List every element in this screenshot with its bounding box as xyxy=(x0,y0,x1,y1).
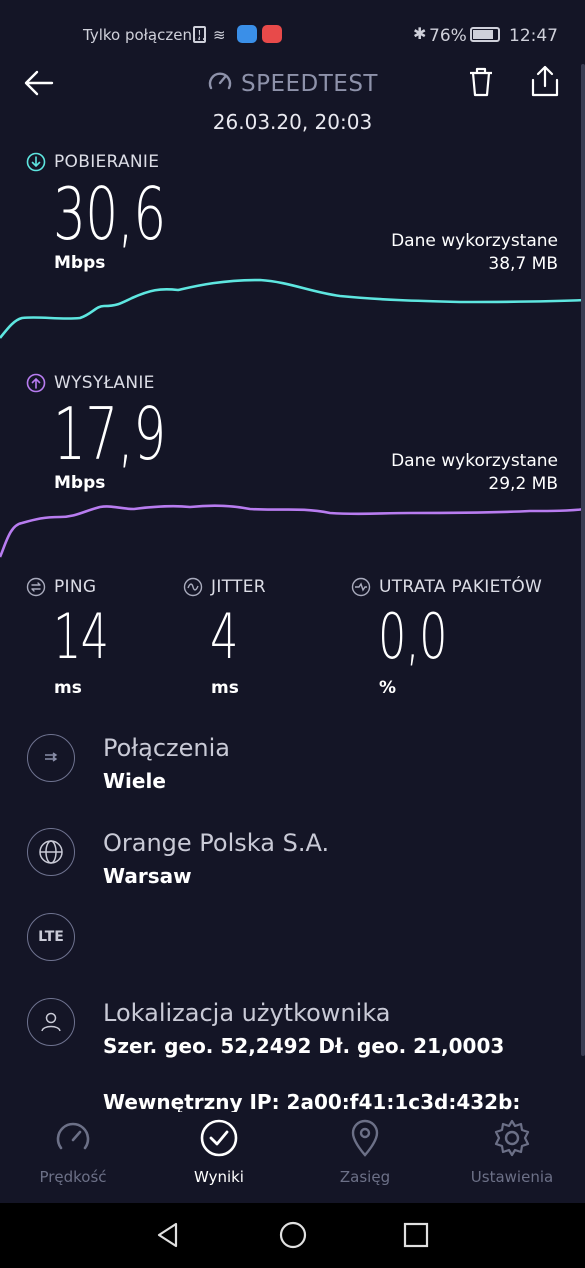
download-label: POBIERANIE xyxy=(54,152,160,172)
download-arrow-icon xyxy=(26,152,46,172)
location-title: Lokalizacja użytkownika xyxy=(103,999,391,1027)
swiftkey-icon: ≋ xyxy=(213,26,226,44)
connections-icon xyxy=(27,734,75,782)
recents-square-icon[interactable] xyxy=(402,1221,430,1249)
provider-title: Orange Polska S.A. xyxy=(103,829,330,857)
connections-value: Wiele xyxy=(103,769,166,793)
delete-button[interactable] xyxy=(466,66,496,98)
share-icon xyxy=(531,65,559,97)
upload-data-used: Dane wykorzystane 29,2 MB xyxy=(391,450,558,496)
download-graph xyxy=(0,278,585,339)
upload-graph xyxy=(0,504,585,558)
notification-text: Tylko połączen... xyxy=(83,26,207,44)
nav-settings-label: Ustawienia xyxy=(470,1168,554,1186)
ping-value: 14 xyxy=(53,600,109,673)
battery-percent: 76% xyxy=(429,26,467,46)
internal-ip: Wewnętrzny IP: 2a00:f41:1c3d:432b: xyxy=(103,1090,521,1114)
nav-speed[interactable]: Prędkość xyxy=(3,1118,143,1186)
user-icon xyxy=(27,998,75,1046)
nav-settings[interactable]: Ustawienia xyxy=(442,1118,582,1186)
nav-speed-label: Prędkość xyxy=(39,1168,107,1186)
status-bar: Tylko połączen... ! ≋ ✱ 76% 12:47 xyxy=(0,0,585,66)
packet-loss-icon xyxy=(351,577,371,597)
share-button[interactable] xyxy=(529,64,561,98)
jitter-icon xyxy=(183,577,203,597)
messenger-icon xyxy=(237,25,257,43)
battery-icon xyxy=(470,27,500,42)
speedtest-logo-icon xyxy=(207,68,233,100)
jitter-label: JITTER xyxy=(211,577,266,597)
nav-results-label: Wyniki xyxy=(194,1168,244,1186)
clock: 12:47 xyxy=(509,26,558,46)
packet-loss-value: 0,0 xyxy=(378,600,448,673)
map-pin-icon xyxy=(351,1119,379,1157)
scrollbar[interactable] xyxy=(581,64,585,1056)
app-title-text: SPEEDTEST xyxy=(241,71,378,97)
nav-coverage[interactable]: Zasięg xyxy=(295,1118,435,1186)
app-title: SPEEDTEST xyxy=(0,68,585,100)
packet-loss-unit: % xyxy=(379,678,397,698)
upload-arrow-icon xyxy=(26,373,46,393)
connections-title: Połączenia xyxy=(103,734,230,762)
trash-icon xyxy=(470,67,492,97)
location-coordinates: Szer. geo. 52,2492 Dł. geo. 21,0003 xyxy=(103,1034,505,1058)
system-navigation-bar xyxy=(0,1203,585,1268)
download-data-used-label: Dane wykorzystane xyxy=(391,231,558,251)
alert-icon: ! xyxy=(193,26,206,43)
download-value: 30,6 xyxy=(53,172,166,256)
upload-data-used-label: Dane wykorzystane xyxy=(391,451,558,471)
app-notification-icon xyxy=(262,25,282,43)
jitter-unit: ms xyxy=(211,678,239,698)
home-circle-icon[interactable] xyxy=(278,1220,308,1250)
upload-unit: Mbps xyxy=(54,473,106,493)
ping-label: PING xyxy=(54,577,97,597)
test-date: 26.03.20, 20:03 xyxy=(212,110,373,134)
packet-loss-label: UTRATA PAKIETÓW xyxy=(379,577,543,597)
ping-unit: ms xyxy=(54,678,82,698)
back-triangle-icon[interactable] xyxy=(153,1220,183,1250)
provider-location: Warsaw xyxy=(103,864,192,888)
ping-icon xyxy=(26,577,46,597)
jitter-value: 4 xyxy=(210,600,238,673)
speedometer-icon xyxy=(56,1122,90,1150)
upload-data-used-value: 29,2 MB xyxy=(488,474,558,494)
lte-icon: LTE xyxy=(27,913,75,961)
bluetooth-icon: ✱ xyxy=(413,24,427,43)
upload-value: 17,9 xyxy=(53,392,166,476)
upload-label: WYSYŁANIE xyxy=(54,373,155,393)
check-circle-icon xyxy=(200,1119,238,1157)
globe-icon xyxy=(27,828,75,876)
gear-icon xyxy=(494,1119,530,1157)
nav-results[interactable]: Wyniki xyxy=(149,1118,289,1186)
nav-coverage-label: Zasięg xyxy=(339,1168,391,1186)
